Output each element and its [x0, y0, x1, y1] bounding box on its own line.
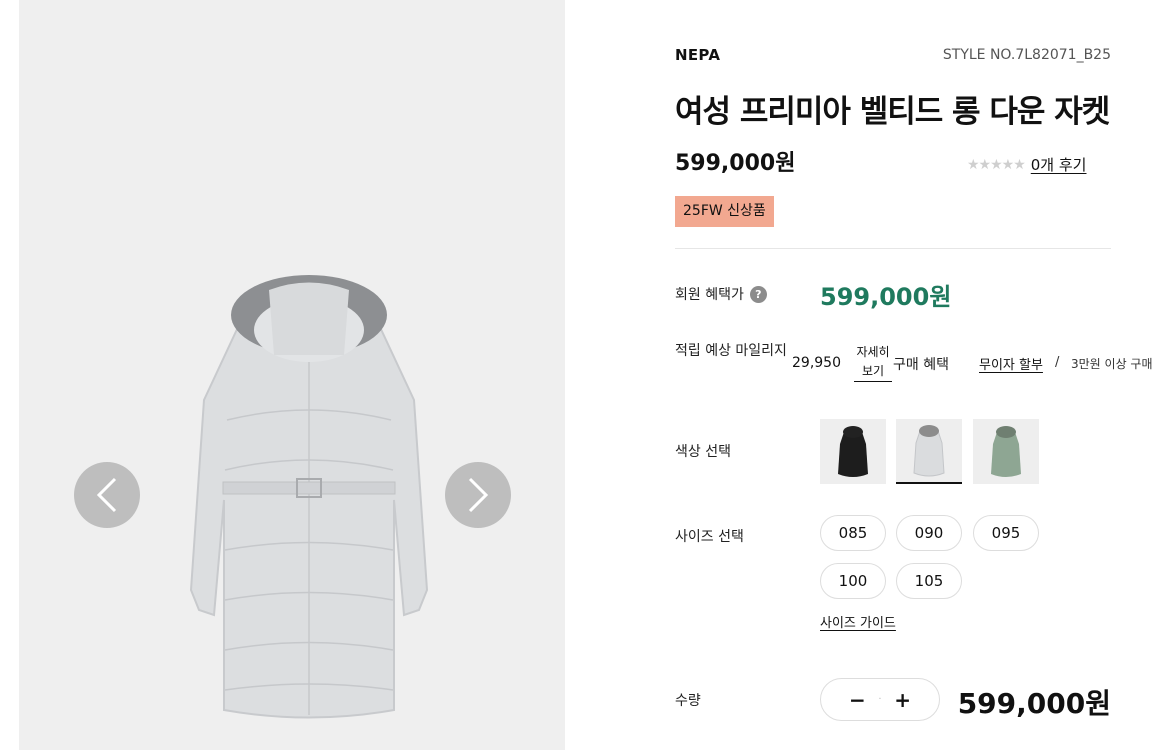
color-swatch-light-gray[interactable] — [896, 419, 962, 484]
size-option-090[interactable]: 090 — [896, 515, 962, 551]
benefit-separator: / — [1055, 355, 1060, 370]
help-icon[interactable]: ? — [749, 285, 767, 303]
new-product-badge: 25FW 신상품 — [675, 196, 774, 227]
member-price: 599,000원 — [820, 283, 952, 311]
review-count-link[interactable]: 0개 후기 — [1031, 154, 1087, 175]
mileage-label: 적립 예상 마일리지 — [675, 343, 787, 359]
color-label: 색상 선택 — [675, 444, 731, 460]
purchase-benefit-label: 구매 혜택 — [893, 357, 949, 373]
star-rating-icon: ★★★★★ — [967, 156, 1026, 173]
product-image-gallery — [19, 0, 565, 750]
product-image — [189, 275, 429, 719]
light-gray-coat-thumbnail — [913, 424, 945, 476]
product-title: 여성 프리미아 벨티드 롱 다운 자켓 — [675, 94, 1110, 130]
size-label: 사이즈 선택 — [675, 529, 744, 545]
size-option-095[interactable]: 095 — [973, 515, 1039, 551]
benefit-text: 3만원 이상 구매 — [1071, 357, 1153, 371]
chevron-left-icon — [96, 477, 117, 513]
size-option-085[interactable]: 085 — [820, 515, 886, 551]
divider — [675, 248, 1111, 249]
rating: ★★★★★ 0개 후기 — [967, 154, 1086, 175]
mileage-detail-link[interactable]: 자세히 보기 — [854, 343, 892, 382]
total-price: 599,000원 — [957, 687, 1111, 720]
mileage-value: 29,950 — [792, 355, 841, 371]
chevron-right-icon — [468, 477, 489, 513]
style-number: STYLE NO.7L82071_B25 — [942, 47, 1111, 63]
color-swatch-black[interactable] — [820, 419, 886, 484]
member-price-label: 회원 혜택가 ? — [675, 284, 767, 304]
product-price: 599,000원 — [675, 151, 796, 176]
next-image-button[interactable] — [445, 462, 511, 528]
interest-free-link[interactable]: 무이자 할부 — [979, 354, 1043, 373]
sage-green-coat-thumbnail — [991, 425, 1021, 477]
size-guide-link[interactable]: 사이즈 가이드 — [820, 612, 896, 631]
color-swatch-sage-green[interactable] — [973, 419, 1039, 484]
product-info-panel: NEPA STYLE NO.7L82071_B25 여성 프리미아 벨티드 롱 … — [675, 0, 1154, 750]
black-coat-thumbnail — [838, 425, 868, 477]
size-option-100[interactable]: 100 — [820, 563, 886, 599]
size-option-105[interactable]: 105 — [896, 563, 962, 599]
prev-image-button[interactable] — [74, 462, 140, 528]
member-price-label-text: 회원 혜택가 — [675, 287, 744, 303]
